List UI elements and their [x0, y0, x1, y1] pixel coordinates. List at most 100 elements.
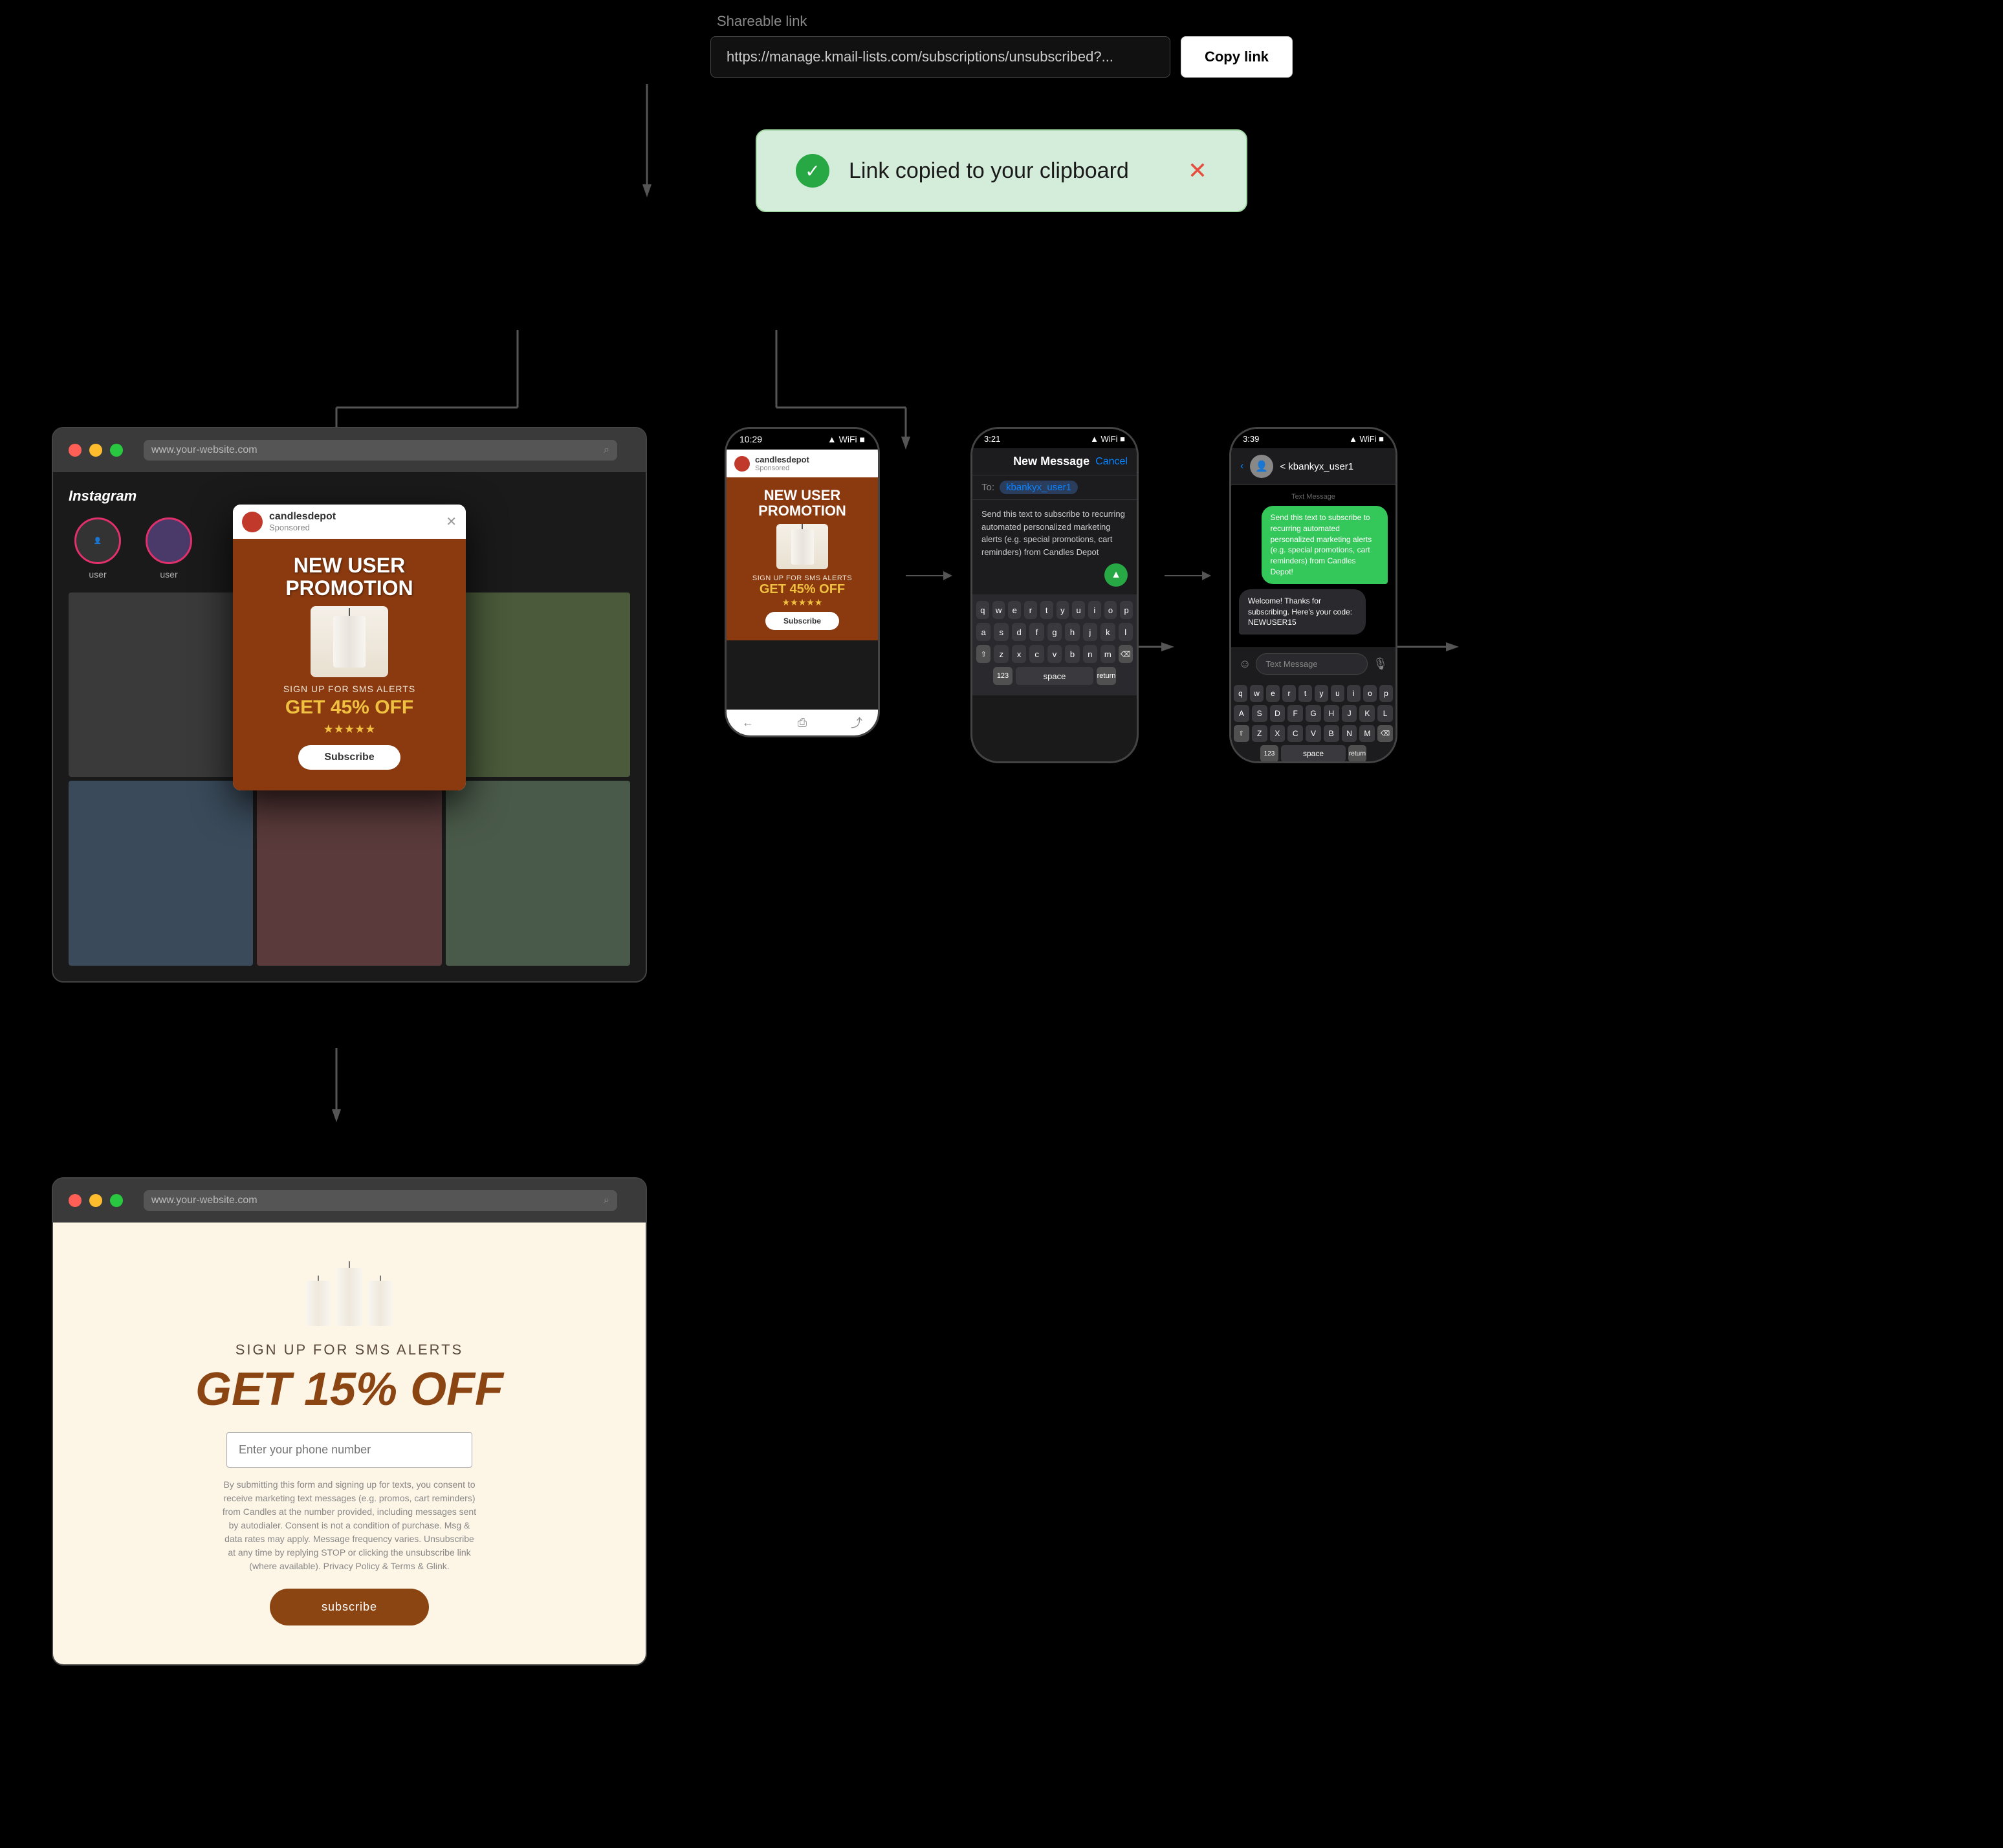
- chat-key-o[interactable]: o: [1363, 685, 1377, 702]
- chat-key-B[interactable]: B: [1324, 725, 1339, 742]
- link-input[interactable]: [710, 36, 1170, 78]
- chat-key-L[interactable]: L: [1377, 705, 1393, 722]
- sms-keyboard[interactable]: q w e r t y u i o p a s d f g h: [972, 594, 1137, 695]
- chat-key-t[interactable]: t: [1298, 685, 1312, 702]
- key-delete[interactable]: ⌫: [1119, 645, 1133, 663]
- chat-key-space[interactable]: space: [1281, 745, 1346, 762]
- chat-key-i[interactable]: i: [1347, 685, 1361, 702]
- landing-phone-input[interactable]: [226, 1432, 472, 1468]
- chat-key-F[interactable]: F: [1287, 705, 1303, 722]
- mac-minimize-dot[interactable]: [89, 444, 102, 457]
- sms-emoji-button[interactable]: ☺: [1239, 657, 1251, 671]
- sms-chat-time: 3:39: [1243, 434, 1259, 444]
- chat-key-S[interactable]: S: [1252, 705, 1267, 722]
- story-avatar[interactable]: 👤: [74, 517, 121, 564]
- chat-key-A[interactable]: A: [1234, 705, 1249, 722]
- sms-mic-button[interactable]: 🎙: [1373, 657, 1388, 671]
- sms-cancel-button[interactable]: Cancel: [1095, 456, 1128, 468]
- mac-fullscreen-dot[interactable]: [110, 444, 123, 457]
- chat-key-Z[interactable]: Z: [1252, 725, 1267, 742]
- key-y[interactable]: y: [1056, 601, 1069, 619]
- key-z[interactable]: z: [994, 645, 1008, 663]
- chat-key-delete[interactable]: ⌫: [1377, 725, 1393, 742]
- sms-to-row: To: kbankyx_user1: [972, 475, 1137, 500]
- chat-key-C[interactable]: C: [1287, 725, 1303, 742]
- phone-1-bottom-bar: ← ⎙ ⤴: [727, 710, 878, 735]
- chat-key-shift[interactable]: ⇧: [1234, 725, 1249, 742]
- key-shift[interactable]: ⇧: [976, 645, 991, 663]
- key-space[interactable]: space: [1016, 667, 1093, 685]
- chat-key-M[interactable]: M: [1359, 725, 1375, 742]
- key-q[interactable]: q: [976, 601, 989, 619]
- mac-titlebar: www.your-website.com ⌕: [53, 428, 646, 472]
- key-s[interactable]: s: [994, 623, 1008, 641]
- chat-key-H[interactable]: H: [1324, 705, 1339, 722]
- phone-ad-brand-info: candlesdepot Sponsored: [755, 455, 809, 472]
- chat-key-V[interactable]: V: [1306, 725, 1321, 742]
- chat-key-K[interactable]: K: [1359, 705, 1375, 722]
- sms-send-button[interactable]: ▲: [1104, 563, 1128, 587]
- chat-key-G[interactable]: G: [1306, 705, 1321, 722]
- landing-close-dot[interactable]: [69, 1194, 82, 1207]
- chat-key-y[interactable]: y: [1315, 685, 1328, 702]
- phone-nav-back[interactable]: ←: [742, 716, 754, 730]
- key-123[interactable]: 123: [993, 667, 1012, 685]
- key-a[interactable]: a: [976, 623, 991, 641]
- phone-subscribe-button[interactable]: Subscribe: [765, 612, 839, 630]
- sms-text-input[interactable]: Text Message: [1256, 653, 1368, 675]
- key-w[interactable]: w: [992, 601, 1005, 619]
- chat-key-X[interactable]: X: [1270, 725, 1286, 742]
- keyboard-row-3: ⇧ z x c v b n m ⌫: [976, 645, 1133, 663]
- chat-key-N[interactable]: N: [1342, 725, 1357, 742]
- ad-headline: NEW USER PROMOTION: [248, 554, 450, 600]
- chat-key-e[interactable]: e: [1266, 685, 1280, 702]
- phone-1-signal: ▲ WiFi ■: [827, 434, 865, 444]
- story-avatar-2[interactable]: [146, 517, 192, 564]
- key-r[interactable]: r: [1024, 601, 1037, 619]
- key-x[interactable]: x: [1012, 645, 1026, 663]
- phone-ad-logo: [734, 456, 750, 472]
- key-return[interactable]: return: [1097, 667, 1116, 685]
- key-f[interactable]: f: [1029, 623, 1044, 641]
- key-d[interactable]: d: [1012, 623, 1026, 641]
- sms-chat-status-bar: 3:39 ▲ WiFi ■: [1231, 429, 1396, 448]
- sms-back-button[interactable]: ‹: [1240, 461, 1243, 472]
- key-i[interactable]: i: [1088, 601, 1101, 619]
- chat-keyboard[interactable]: q w e r t y u i o p A S D F G H: [1231, 680, 1396, 763]
- key-h[interactable]: h: [1065, 623, 1079, 641]
- chat-key-r[interactable]: r: [1282, 685, 1296, 702]
- landing-minimize-dot[interactable]: [89, 1194, 102, 1207]
- key-e[interactable]: e: [1008, 601, 1021, 619]
- mac-close-dot[interactable]: [69, 444, 82, 457]
- key-j[interactable]: j: [1083, 623, 1097, 641]
- ad-close-button[interactable]: ✕: [446, 514, 457, 530]
- key-t[interactable]: t: [1040, 601, 1053, 619]
- key-l[interactable]: l: [1119, 623, 1133, 641]
- chat-key-J[interactable]: J: [1342, 705, 1357, 722]
- chat-key-p[interactable]: p: [1379, 685, 1393, 702]
- key-b[interactable]: b: [1065, 645, 1079, 663]
- landing-subscribe-button[interactable]: subscribe: [270, 1589, 429, 1625]
- chat-key-123[interactable]: 123: [1260, 745, 1278, 762]
- key-p[interactable]: p: [1120, 601, 1133, 619]
- landing-fullscreen-dot[interactable]: [110, 1194, 123, 1207]
- key-k[interactable]: k: [1100, 623, 1115, 641]
- chat-key-q[interactable]: q: [1234, 685, 1247, 702]
- key-c[interactable]: c: [1029, 645, 1044, 663]
- phone-nav-share[interactable]: ⤴: [851, 714, 862, 731]
- copy-link-button[interactable]: Copy link: [1181, 36, 1293, 78]
- key-n[interactable]: n: [1083, 645, 1097, 663]
- instagram-logo: Instagram: [69, 488, 630, 505]
- key-o[interactable]: o: [1104, 601, 1117, 619]
- key-g[interactable]: g: [1047, 623, 1062, 641]
- chat-key-u[interactable]: u: [1331, 685, 1344, 702]
- toast-close-button[interactable]: ✕: [1188, 157, 1207, 184]
- chat-key-return[interactable]: return: [1348, 745, 1366, 762]
- key-m[interactable]: m: [1100, 645, 1115, 663]
- key-v[interactable]: v: [1047, 645, 1062, 663]
- chat-key-D[interactable]: D: [1270, 705, 1286, 722]
- phone-nav-home[interactable]: ⎙: [798, 716, 807, 730]
- ad-subscribe-button[interactable]: Subscribe: [298, 745, 400, 770]
- key-u[interactable]: u: [1072, 601, 1085, 619]
- chat-key-w[interactable]: w: [1250, 685, 1264, 702]
